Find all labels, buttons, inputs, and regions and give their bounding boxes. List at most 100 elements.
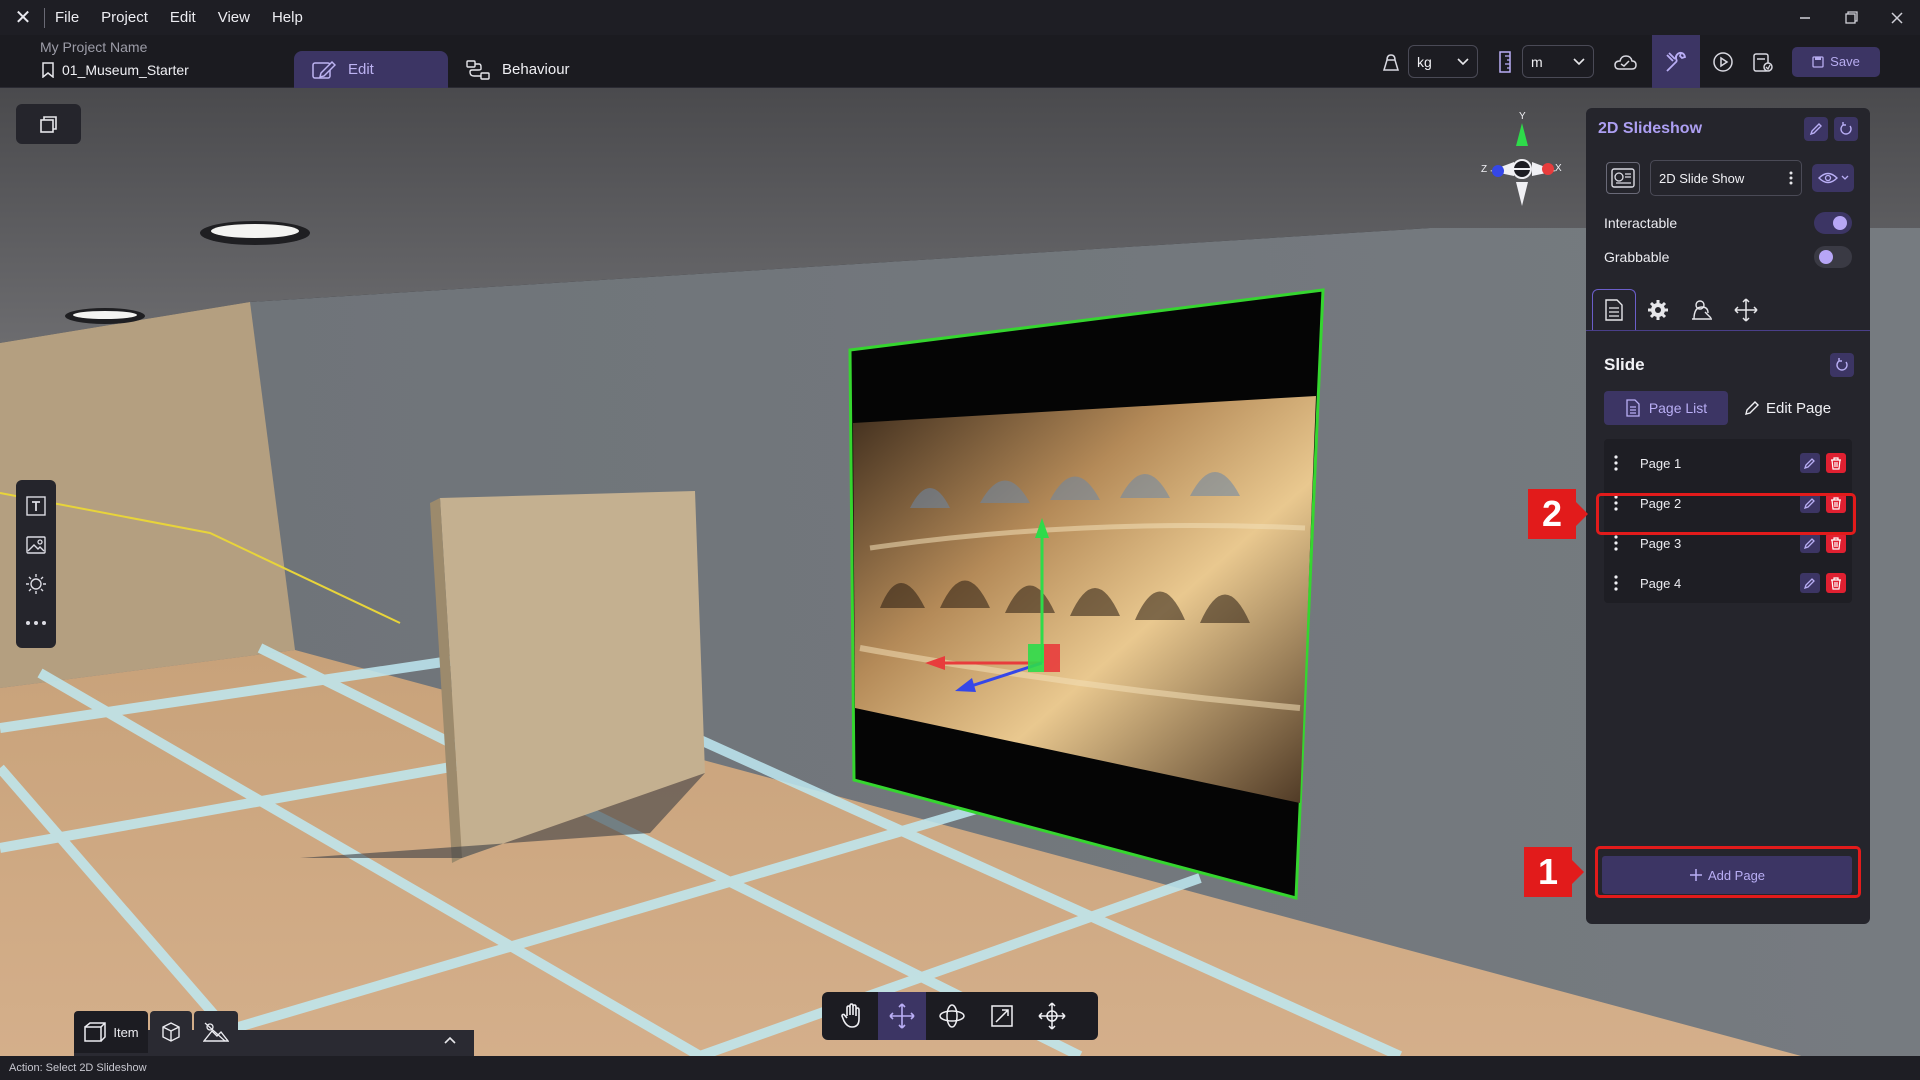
dock-expand-button[interactable]: [440, 1030, 460, 1050]
appearance-icon: [1692, 299, 1712, 320]
tab-document[interactable]: [1592, 289, 1636, 330]
edit-page-button[interactable]: [1800, 453, 1820, 473]
tab-edit-page[interactable]: Edit Page: [1744, 400, 1831, 417]
menu-project[interactable]: Project: [101, 9, 148, 26]
tab-page-list[interactable]: Page List: [1604, 391, 1728, 425]
cloud-icon[interactable]: [1608, 45, 1642, 79]
status-text: Action: Select 2D Slideshow: [9, 1062, 147, 1074]
save-button[interactable]: Save: [1792, 46, 1880, 77]
object-type-row: 2D Slide Show: [1586, 160, 1870, 196]
view-mode-button[interactable]: [16, 104, 81, 144]
document-icon: [1605, 299, 1623, 321]
panel-title: 2D Slideshow: [1598, 120, 1703, 137]
tab-behaviour-label: Behaviour: [502, 61, 570, 78]
chevron-up-icon: [444, 1036, 456, 1044]
more-horizontal-icon: [26, 620, 46, 625]
close-icon: [1891, 11, 1903, 24]
length-unit-value: m: [1531, 53, 1543, 70]
menu-view[interactable]: View: [218, 9, 250, 26]
mass-unit-dropdown[interactable]: kg: [1408, 45, 1478, 78]
tools-wrench-button[interactable]: [1652, 35, 1700, 88]
dock-tab-objects[interactable]: [150, 1011, 192, 1053]
dock-tab-item[interactable]: Item: [74, 1011, 148, 1053]
stacked-cube-icon: [39, 116, 57, 133]
save-label: Save: [1830, 54, 1860, 69]
edit-mode-icon: [312, 60, 336, 79]
more-options-button[interactable]: [22, 609, 50, 636]
grabbable-toggle[interactable]: [1814, 246, 1852, 268]
menu-help[interactable]: Help: [272, 9, 303, 26]
insert-light-button[interactable]: [22, 570, 50, 597]
visibility-dropdown[interactable]: [1812, 164, 1854, 192]
project-bar: My Project Name 01_Museum_Starter Edit B…: [0, 35, 1920, 88]
object-cube-icon: [162, 1022, 180, 1042]
object-type-select[interactable]: 2D Slide Show: [1650, 160, 1802, 196]
object-type-value: 2D Slide Show: [1659, 170, 1745, 186]
tab-transform[interactable]: [1724, 289, 1768, 330]
pencil-icon: [1804, 458, 1815, 469]
kebab-menu-icon: [1789, 171, 1793, 185]
hand-tool-button[interactable]: [828, 992, 876, 1040]
delete-page-button[interactable]: [1826, 533, 1846, 553]
app-logo-icon[interactable]: ✕: [12, 7, 34, 29]
slide-reset-button[interactable]: [1830, 353, 1854, 377]
publish-button[interactable]: [1746, 45, 1780, 79]
pencil-icon: [1745, 401, 1759, 415]
length-unit-dropdown[interactable]: m: [1522, 45, 1594, 78]
rotate-tool-button[interactable]: [928, 992, 976, 1040]
edit-page-button[interactable]: [1800, 573, 1820, 593]
insert-image-button[interactable]: [22, 531, 50, 558]
scene-selector[interactable]: 01_Museum_Starter: [42, 62, 189, 78]
slide-subtabs: Page List Edit Page: [1586, 391, 1870, 425]
scale-tool-button[interactable]: [978, 992, 1026, 1040]
insert-text-button[interactable]: [22, 492, 50, 519]
edit-page-label: Edit Page: [1766, 399, 1832, 417]
reset-button[interactable]: [1834, 117, 1858, 141]
menu-edit[interactable]: Edit: [170, 9, 196, 26]
dock-tab-environment[interactable]: [194, 1011, 238, 1053]
page-list-label: Page List: [1648, 400, 1708, 416]
callout-badge-2: 2: [1528, 489, 1588, 539]
trash-icon: [1831, 576, 1841, 590]
drag-handle-icon[interactable]: [1614, 455, 1624, 471]
mass-unit-value: kg: [1417, 53, 1432, 70]
delete-page-button[interactable]: [1826, 573, 1846, 593]
delete-page-button[interactable]: [1826, 453, 1846, 473]
transform-tool-button[interactable]: [1028, 992, 1076, 1040]
mass-icon: [1374, 45, 1408, 79]
restore-button[interactable]: [1828, 0, 1874, 35]
document-icon: [1626, 399, 1640, 417]
navigation-gizmo[interactable]: Y Z X: [1474, 98, 1584, 208]
callout-badge-1: 1: [1524, 847, 1584, 897]
environment-icon: [203, 1022, 229, 1042]
menu-file[interactable]: File: [55, 9, 79, 26]
edit-page-button[interactable]: [1800, 533, 1820, 553]
interactable-toggle[interactable]: [1814, 212, 1852, 234]
transform-crosshair-icon: [1038, 1002, 1066, 1030]
close-button[interactable]: [1874, 0, 1920, 35]
drag-handle-icon[interactable]: [1614, 535, 1624, 551]
minimize-icon: [1800, 16, 1810, 19]
tab-behaviour-mode[interactable]: Behaviour: [466, 51, 570, 88]
3d-viewport[interactable]: Y Z X 2D Slideshow 2D Slide Show Interac…: [0, 88, 1920, 1056]
rename-button[interactable]: [1804, 117, 1828, 141]
page-name: Page 3: [1640, 535, 1682, 551]
tab-edit-mode[interactable]: Edit: [294, 51, 448, 88]
grabbable-row: Grabbable: [1586, 240, 1870, 274]
gizmo-label-x: X: [1555, 163, 1562, 174]
gizmo-label-z: Z: [1481, 164, 1487, 175]
tab-edit-label: Edit: [348, 61, 374, 78]
move-tool-button[interactable]: [878, 992, 926, 1040]
tab-appearance[interactable]: [1680, 289, 1724, 330]
drag-handle-icon[interactable]: [1614, 575, 1624, 591]
play-button[interactable]: [1706, 45, 1740, 79]
minimize-button[interactable]: [1782, 0, 1828, 35]
panel-header: 2D Slideshow: [1586, 108, 1870, 150]
trash-icon: [1831, 456, 1841, 470]
interactable-label: Interactable: [1604, 215, 1678, 231]
list-item-page-4[interactable]: Page 4: [1604, 563, 1852, 603]
list-item-page-1[interactable]: Page 1: [1604, 443, 1852, 483]
tab-settings[interactable]: [1636, 289, 1680, 330]
page-name: Page 4: [1640, 575, 1682, 591]
behaviour-flow-icon: [466, 59, 490, 80]
